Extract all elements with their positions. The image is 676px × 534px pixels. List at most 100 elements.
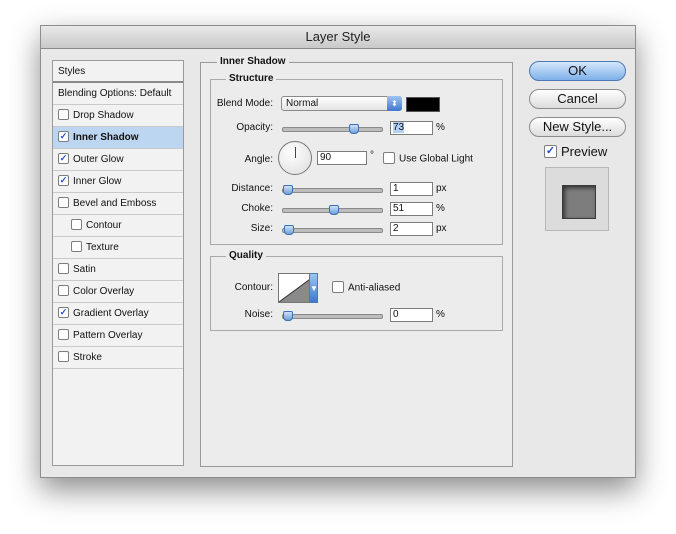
use-global-light-label: Use Global Light — [399, 153, 473, 165]
distance-unit: px — [436, 183, 447, 194]
styles-list-item[interactable]: ✓ Outer Glow — [53, 149, 183, 171]
styles-list-item[interactable]: ✓ Inner Glow — [53, 171, 183, 193]
styles-list-item-label: Texture — [86, 242, 119, 253]
layer-style-dialog: Layer Style Styles Blending Options: Defa… — [40, 25, 636, 478]
styles-list-item-label: Bevel and Emboss — [73, 198, 157, 209]
quality-title: Quality — [226, 250, 266, 261]
contour-dropdown-arrow-icon[interactable]: ▼ — [309, 273, 318, 303]
size-value: 2 — [393, 223, 399, 234]
style-checkbox[interactable]: ✓ — [58, 306, 69, 318]
size-slider[interactable] — [282, 225, 383, 235]
ok-button[interactable]: OK — [529, 61, 626, 81]
angle-input[interactable]: 90 — [317, 151, 367, 165]
styles-list-item-label: Drop Shadow — [73, 110, 134, 121]
window-title: Layer Style — [41, 26, 635, 49]
style-checkbox[interactable] — [58, 350, 69, 362]
style-checkbox[interactable]: ✓ — [58, 152, 69, 164]
blend-mode-select[interactable]: Normal ⬍ — [281, 96, 402, 111]
anti-aliased-box[interactable] — [332, 281, 344, 293]
styles-list-item[interactable]: Blending Options: Default — [53, 83, 183, 105]
styles-list-item[interactable]: Contour — [53, 215, 183, 237]
contour-label: Contour: — [234, 282, 273, 293]
noise-unit: % — [436, 309, 445, 320]
angle-unit: ° — [370, 150, 374, 161]
noise-label: Noise: — [244, 309, 273, 320]
styles-list-item-label: Color Overlay — [73, 286, 135, 297]
styles-list-item[interactable]: Color Overlay — [53, 281, 183, 303]
style-checkbox[interactable] — [58, 108, 69, 120]
angle-value: 90 — [320, 152, 332, 163]
style-checkbox[interactable] — [58, 284, 69, 296]
choke-value: 51 — [393, 203, 405, 214]
distance-slider-thumb[interactable] — [283, 185, 293, 195]
noise-slider-thumb[interactable] — [283, 311, 293, 321]
preview-checkbox[interactable]: ✓ Preview — [544, 144, 607, 159]
size-label: Size: — [250, 223, 273, 234]
styles-list-item-label: Styles — [58, 66, 86, 77]
styles-list-item-label: Outer Glow — [73, 154, 124, 165]
distance-slider[interactable] — [282, 185, 383, 195]
style-preview — [545, 167, 609, 231]
styles-list-item-label: Stroke — [73, 352, 102, 363]
quality-group: Quality Contour: ▼ Anti-aliased Noise: 0… — [210, 250, 503, 331]
choke-slider[interactable] — [282, 205, 383, 215]
use-global-light-box[interactable] — [383, 152, 395, 164]
style-checkbox[interactable] — [58, 328, 69, 340]
styles-list-item[interactable]: Bevel and Emboss — [53, 193, 183, 215]
styles-list-item-label: Gradient Overlay — [73, 308, 149, 319]
choke-slider-thumb[interactable] — [329, 205, 339, 215]
choke-unit: % — [436, 203, 445, 214]
opacity-slider[interactable] — [282, 124, 383, 134]
preview-box-check[interactable]: ✓ — [544, 145, 557, 159]
blend-mode-label: Blend Mode: — [216, 98, 273, 109]
style-checkbox[interactable] — [71, 240, 82, 252]
style-checkbox[interactable] — [58, 262, 69, 274]
styles-list-item-label: Blending Options: Default — [58, 88, 172, 99]
styles-list-item[interactable]: Drop Shadow — [53, 105, 183, 127]
style-checkbox[interactable] — [58, 196, 69, 208]
use-global-light-checkbox[interactable]: Use Global Light — [383, 152, 473, 165]
angle-dial-needle — [295, 147, 296, 158]
distance-input[interactable]: 1 — [390, 182, 433, 196]
opacity-label: Opacity: — [236, 122, 273, 133]
new-style-button[interactable]: New Style... — [529, 117, 626, 137]
select-arrows-icon: ⬍ — [387, 96, 402, 111]
anti-aliased-checkbox[interactable]: Anti-aliased — [332, 281, 401, 294]
style-checkbox[interactable]: ✓ — [58, 174, 69, 186]
size-unit: px — [436, 223, 447, 234]
preview-label: Preview — [561, 144, 608, 159]
distance-label: Distance: — [231, 183, 273, 194]
styles-list-item[interactable]: Styles — [53, 61, 183, 83]
cancel-button[interactable]: Cancel — [529, 89, 626, 109]
styles-list-item[interactable]: ✓ Gradient Overlay — [53, 303, 183, 325]
styles-list-item[interactable]: ✓ Inner Shadow — [53, 127, 183, 149]
structure-group: Structure Blend Mode: Normal ⬍ Opacity: … — [210, 73, 503, 245]
opacity-input[interactable]: 73 — [390, 121, 433, 135]
styles-list-item[interactable]: Pattern Overlay — [53, 325, 183, 347]
opacity-value: 73 — [393, 122, 405, 133]
angle-dial[interactable] — [278, 141, 312, 175]
styles-list-item[interactable]: Satin — [53, 259, 183, 281]
opacity-unit: % — [436, 122, 445, 133]
choke-input[interactable]: 51 — [390, 202, 433, 216]
noise-input[interactable]: 0 — [390, 308, 433, 322]
noise-slider[interactable] — [282, 311, 383, 321]
styles-list-item[interactable]: Texture — [53, 237, 183, 259]
blend-mode-value: Normal — [286, 98, 319, 109]
angle-label: Angle: — [244, 154, 273, 165]
styles-list-item-label: Satin — [73, 264, 96, 275]
style-preview-swatch — [562, 185, 596, 219]
styles-list-item[interactable]: Stroke — [53, 347, 183, 369]
opacity-slider-thumb[interactable] — [349, 124, 359, 134]
noise-value: 0 — [393, 309, 399, 320]
style-checkbox[interactable] — [71, 218, 82, 230]
style-checkbox[interactable]: ✓ — [58, 130, 69, 142]
anti-aliased-label: Anti-aliased — [348, 282, 401, 294]
styles-list-item-label: Pattern Overlay — [73, 330, 143, 341]
size-slider-thumb[interactable] — [284, 225, 294, 235]
styles-list-item-label: Contour — [86, 220, 122, 231]
shadow-color-swatch[interactable] — [406, 97, 440, 112]
distance-value: 1 — [393, 183, 399, 194]
size-input[interactable]: 2 — [390, 222, 433, 236]
structure-title: Structure — [226, 73, 277, 84]
